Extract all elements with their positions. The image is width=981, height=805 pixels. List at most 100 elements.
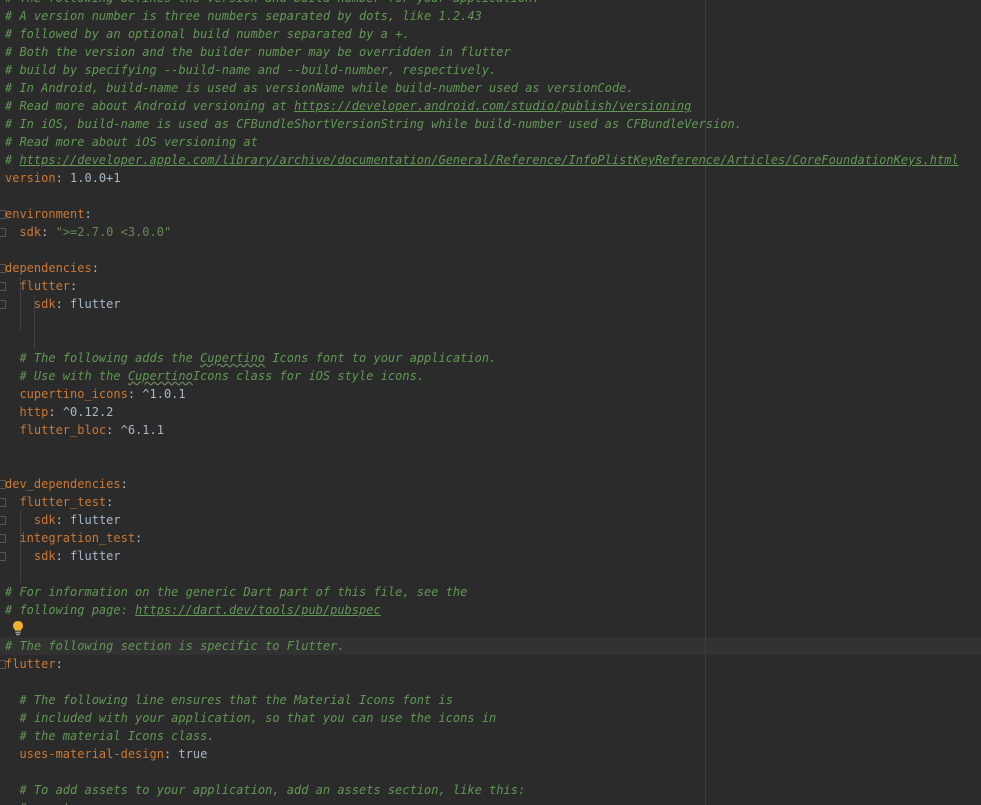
yaml-key: integration_test — [19, 531, 136, 545]
code-line: # The following section is specific to F… — [5, 637, 345, 655]
yaml-key: dev_dependencies — [5, 477, 121, 491]
code-line: # assets: — [5, 799, 84, 805]
comment-text: # A version number is three numbers sepa… — [5, 9, 482, 23]
code-line: flutter: — [5, 277, 77, 295]
yaml-value: ^6.1.1 — [113, 423, 164, 437]
code-line: dependencies: — [5, 259, 99, 277]
yaml-key: http — [19, 405, 49, 419]
code-line: dev_dependencies: — [5, 475, 128, 493]
comment-text: # In Android, build-name is used as vers… — [5, 81, 634, 95]
colon: : — [91, 261, 99, 275]
colon: : — [120, 477, 128, 491]
code-line: version: 1.0.0+1 — [5, 169, 121, 187]
code-line: flutter_bloc: ^6.1.1 — [5, 421, 164, 439]
colon: : — [55, 171, 63, 185]
yaml-value: true — [171, 747, 208, 761]
code-line: sdk: ">=2.7.0 <3.0.0" — [5, 223, 171, 241]
yaml-value: flutter — [62, 513, 121, 527]
comment-text: # included with your application, so tha… — [19, 711, 497, 725]
code-line: # included with your application, so tha… — [5, 709, 496, 727]
comment-link[interactable]: https://dart.dev/tools/pub/pubspec — [135, 603, 381, 617]
yaml-value: ^0.12.2 — [55, 405, 114, 419]
yaml-key: sdk — [33, 297, 56, 311]
comment-text: # Use with the — [19, 369, 128, 383]
yaml-key: sdk — [19, 225, 42, 239]
code-line: # Use with the CupertinoIcons class for … — [5, 367, 424, 385]
colon: : — [55, 297, 63, 311]
colon: : — [70, 279, 78, 293]
code-editor[interactable]: # The following defines the version and … — [0, 0, 981, 805]
comment-text: # For information on the generic Dart pa… — [5, 585, 468, 599]
code-line: # For information on the generic Dart pa… — [5, 583, 467, 601]
comment-text: # In iOS, build-name is used as CFBundle… — [5, 117, 742, 131]
code-line: # Read more about Android versioning at … — [5, 97, 691, 115]
code-line: flutter: — [5, 655, 63, 673]
code-line: cupertino_icons: ^1.0.1 — [5, 385, 185, 403]
colon: : — [127, 387, 136, 401]
code-line: # the material Icons class. — [5, 727, 214, 745]
comment-text: # Both the version and the builder numbe… — [5, 45, 511, 59]
yaml-key: sdk — [33, 549, 56, 563]
comment-text: # To add assets to your application, add… — [19, 783, 526, 797]
comment-text: # The following adds the — [19, 351, 201, 365]
code-line: http: ^0.12.2 — [5, 403, 113, 421]
colon: : — [55, 549, 63, 563]
code-line: # Read more about iOS versioning at — [5, 133, 258, 151]
code-line: # The following line ensures that the Ma… — [5, 691, 453, 709]
colon: : — [55, 657, 63, 671]
code-line: flutter_test: — [5, 493, 113, 511]
yaml-key: flutter_test — [19, 495, 107, 509]
yaml-key: environment — [5, 207, 85, 221]
yaml-string: ">=2.7.0 <3.0.0" — [48, 225, 172, 239]
comment-text: # — [5, 153, 20, 167]
colon: : — [106, 495, 114, 509]
comment-text: # assets: — [19, 801, 84, 805]
lightbulb-icon[interactable] — [12, 620, 24, 636]
code-line: sdk: flutter — [5, 295, 121, 313]
yaml-key: uses-material-design — [19, 747, 164, 761]
yaml-key: flutter — [19, 279, 71, 293]
code-line: sdk: flutter — [5, 511, 121, 529]
code-line: # https://developer.apple.com/library/ar… — [5, 151, 959, 169]
yaml-key: flutter_bloc — [19, 423, 107, 437]
code-line: # build by specifying --build-name and -… — [5, 61, 496, 79]
yaml-key: version — [5, 171, 56, 185]
comment-text: # The following section is specific to F… — [5, 639, 345, 653]
yaml-key: dependencies — [5, 261, 92, 275]
code-line: # To add assets to your application, add… — [5, 781, 525, 799]
yaml-key: flutter — [5, 657, 56, 671]
code-line: # following page: https://dart.dev/tools… — [5, 601, 381, 619]
comment-link[interactable]: https://developer.android.com/studio/pub… — [294, 99, 691, 113]
comment-text: # The following line ensures that the Ma… — [19, 693, 453, 707]
comment-text: Icons font to your application. — [265, 351, 497, 365]
yaml-key: sdk — [33, 513, 56, 527]
code-line: # The following adds the Cupertino Icons… — [5, 349, 496, 367]
comment-link[interactable]: https://developer.apple.com/library/arch… — [19, 153, 958, 167]
comment-text: # build by specifying --build-name and -… — [5, 63, 497, 77]
code-line: # In iOS, build-name is used as CFBundle… — [5, 115, 742, 133]
comment-text: Icons class for iOS style icons. — [192, 369, 425, 383]
yaml-key: cupertino_icons — [19, 387, 128, 401]
code-line: # followed by an optional build number s… — [5, 25, 410, 43]
comment-text: # following page: — [5, 603, 136, 617]
yaml-value: 1.0.0+1 — [62, 171, 121, 185]
comment-text: # followed by an optional build number s… — [5, 27, 410, 41]
code-line: # A version number is three numbers sepa… — [5, 7, 482, 25]
code-line: integration_test: — [5, 529, 142, 547]
yaml-value: flutter — [62, 297, 121, 311]
code-line: uses-material-design: true — [5, 745, 207, 763]
